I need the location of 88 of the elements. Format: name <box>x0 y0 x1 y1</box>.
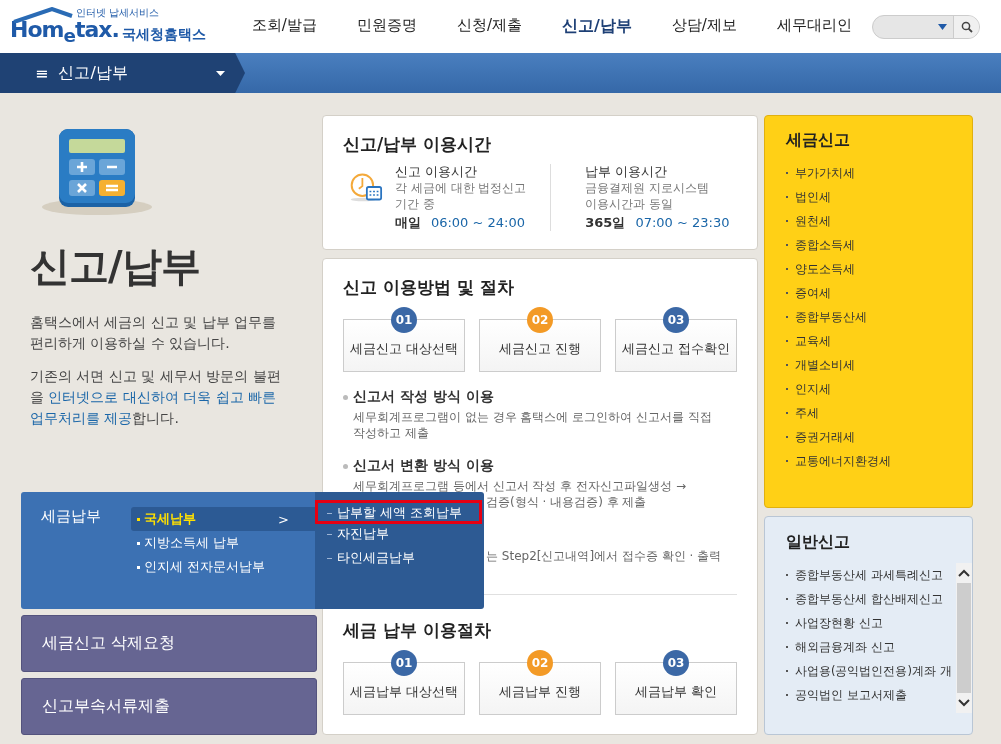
nav-tab[interactable]: 신청/제출 <box>436 16 542 37</box>
tax-link[interactable]: 종합소득세 <box>795 236 855 254</box>
panel-title: 일반신고 <box>786 532 851 553</box>
menu-item[interactable]: 인지세 전자문서납부 <box>131 555 315 579</box>
nav-tab[interactable]: 세무대리인 <box>756 16 872 37</box>
tax-link[interactable]: 양도소득세 <box>795 260 855 278</box>
time-range: 06:00 ~ 24:00 <box>430 215 525 231</box>
tax-link[interactable]: 부가가치세 <box>795 164 855 182</box>
tax-link[interactable]: 증권거래세 <box>795 428 855 446</box>
time-description: 금융결제원 지로시스템 <box>585 180 711 196</box>
tax-link[interactable]: 개별소비세 <box>795 356 855 374</box>
menu-item[interactable]: 지방소득세 납부 <box>131 531 315 555</box>
time-heading: 납부 이용시간 <box>585 164 669 180</box>
submenu-item[interactable]: 타인세금납부 <box>315 548 484 572</box>
caret-icon <box>216 70 225 76</box>
tax-link[interactable]: 원천세 <box>795 212 831 230</box>
tax-link[interactable]: 교육세 <box>795 332 831 350</box>
method-description: 세무회계프로그램 등에서 신고서 작성 후 전자신고파일생성 → <box>352 478 686 494</box>
step-number: 02 <box>527 307 553 333</box>
dash-icon <box>327 513 332 514</box>
dash-icon <box>327 534 332 535</box>
report-link[interactable]: 사업장현황 신고 <box>795 615 883 631</box>
time-description: 이용시간과 동일 <box>585 196 675 212</box>
page-title: 신고/납부 <box>30 242 201 291</box>
roof-icon <box>12 6 74 23</box>
nav-tab[interactable]: 민원증명 <box>336 16 437 37</box>
search-icon <box>960 20 973 33</box>
step-number: 03 <box>663 650 689 676</box>
intro-paragraph: 기존의 서면 신고 및 세무서 방문의 불편을 인터넷으로 대신하여 더욱 쉽고 빠른 업무처리를 제공합니다. <box>30 367 282 428</box>
search-button[interactable] <box>953 15 979 38</box>
method-description: 는 Step2[신고내역]에서 접수증 확인 · 출력 <box>486 548 722 564</box>
method-heading: 신고서 작성 방식 이용 <box>353 388 494 406</box>
section-dropdown[interactable]: ≡ 신고/납부 <box>0 53 245 93</box>
chevron-up-icon[interactable] <box>958 569 971 577</box>
time-description: 각 세금에 대한 법정신고 <box>394 180 528 196</box>
menu-title: 세금납부 <box>41 507 102 527</box>
nav-tab[interactable]: 신고/납부 <box>541 16 652 37</box>
card-title: 세금 납부 이용절차 <box>343 619 492 642</box>
submenu-item[interactable]: 납부할 세액 조회납부 <box>315 500 482 524</box>
report-link[interactable]: 종합부동산세 합산배제신고 <box>795 591 943 607</box>
tax-link[interactable]: 법인세 <box>795 188 831 206</box>
menu-button[interactable]: 신고부속서류제출 <box>21 678 317 735</box>
logo-subtitle[interactable]: 국세청홈택스 <box>121 25 206 48</box>
time-days: 매일 <box>394 215 421 231</box>
panel-title: 세금신고 <box>786 130 851 151</box>
report-link[interactable]: 해외금융계좌 신고 <box>795 639 895 655</box>
menu-button[interactable]: 세금신고 삭제요청 <box>21 615 317 672</box>
card-title: 신고 이용방법 및 절차 <box>343 276 515 299</box>
logo-tagline: 인터넷 납세서비스 <box>75 7 159 18</box>
logo-wordmark[interactable]: Hom$_{e}$tax. <box>10 17 119 48</box>
time-range: 07:00 ~ 23:30 <box>635 215 730 231</box>
method-heading: 신고서 변환 방식 이용 <box>353 457 494 475</box>
tax-link[interactable]: 주세 <box>795 404 819 422</box>
search-field[interactable] <box>871 14 980 39</box>
bullet-icon <box>343 394 348 400</box>
report-link[interactable]: 종합부동산세 과세특례신고 <box>795 567 943 583</box>
tax-link[interactable]: 증여세 <box>795 284 831 302</box>
time-heading: 신고 이용시간 <box>394 164 479 180</box>
bullet-icon <box>137 517 140 521</box>
bullet-icon <box>137 541 140 545</box>
scroll-thumb[interactable] <box>957 583 972 693</box>
method-description: 세무회계프로그램이 없는 경우 홈택스에 로그인하여 신고서를 직접 <box>352 409 712 425</box>
method-description: 작성하고 제출 <box>352 425 429 441</box>
caret-icon[interactable] <box>938 23 947 30</box>
tax-link[interactable]: 교통에너지환경세 <box>795 452 891 470</box>
time-days: 365일 <box>585 215 626 231</box>
nav-tab[interactable]: 상담/제보 <box>651 16 757 37</box>
bullet-icon <box>137 565 140 569</box>
menu-icon: ≡ <box>35 63 49 83</box>
step-number: 03 <box>663 307 689 333</box>
step-number: 01 <box>391 650 417 676</box>
menu-item[interactable]: 국세납부 > <box>131 507 315 531</box>
tax-link[interactable]: 인지세 <box>795 380 831 398</box>
scrollbar[interactable] <box>956 563 972 713</box>
time-description: 기간 중 <box>394 196 436 212</box>
bullet-icon <box>343 463 348 469</box>
report-link[interactable]: 사업용(공익법인전용)계좌 개 <box>795 663 952 679</box>
card-title: 신고/납부 이용시간 <box>343 133 493 156</box>
dash-icon <box>327 558 332 559</box>
tax-link[interactable]: 종합부동산세 <box>795 308 867 326</box>
chevron-down-icon[interactable] <box>958 699 971 707</box>
submenu-item[interactable]: 자진납부 <box>315 524 484 548</box>
step-number: 01 <box>391 307 417 333</box>
step-number: 02 <box>527 650 553 676</box>
nav-tab[interactable]: 조회/발급 <box>231 16 337 37</box>
report-link[interactable]: 공익법인 보고서제출 <box>795 687 907 703</box>
intro-paragraph: 홈택스에서 세금의 신고 및 납부 업무를 편리하게 이용하실 수 있습니다. <box>30 313 278 353</box>
method-description: 검증(형식 · 내용검증) 후 제출 <box>486 494 647 510</box>
